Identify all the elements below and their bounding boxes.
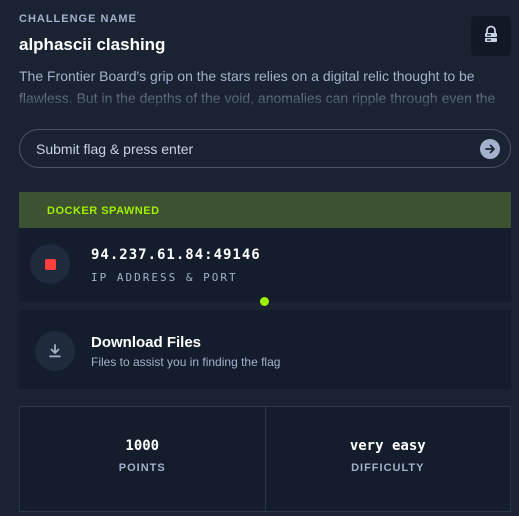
flag-field[interactable] <box>19 129 511 168</box>
ip-address-label: IP ADDRESS & PORT <box>91 271 238 284</box>
lock-button[interactable] <box>471 16 511 56</box>
flag-input[interactable] <box>20 130 460 167</box>
ip-address-value[interactable]: 94.237.61.84:49146 <box>91 247 261 263</box>
points-stat: 1000 POINTS <box>20 407 265 511</box>
section-label: CHALLENGE NAME <box>19 13 137 25</box>
challenge-title: alphascii clashing <box>19 35 166 54</box>
difficulty-stat: very easy DIFFICULTY <box>264 407 511 511</box>
difficulty-value: very easy <box>349 438 426 454</box>
challenge-stats: 1000 POINTS very easy DIFFICULTY <box>19 406 511 512</box>
docker-status-text: DOCKER SPAWNED <box>47 205 160 217</box>
stop-button[interactable] <box>30 244 70 284</box>
download-icon[interactable] <box>35 331 75 371</box>
ip-address-panel: 94.237.61.84:49146 IP ADDRESS & PORT <box>19 228 511 302</box>
status-dot <box>260 297 269 306</box>
points-label: POINTS <box>118 462 166 474</box>
arrow-right-icon[interactable] <box>480 139 500 159</box>
points-value: 1000 <box>125 438 160 454</box>
lock-icon <box>482 25 500 48</box>
download-subtitle: Files to assist you in finding the flag <box>91 355 281 369</box>
difficulty-label: DIFFICULTY <box>351 462 425 474</box>
docker-status-banner: DOCKER SPAWNED <box>19 192 511 228</box>
stop-icon <box>44 258 56 270</box>
description-fade <box>19 87 499 109</box>
download-title: Download Files <box>91 334 202 351</box>
download-files-panel[interactable]: Download Files Files to assist you in fi… <box>19 310 511 389</box>
